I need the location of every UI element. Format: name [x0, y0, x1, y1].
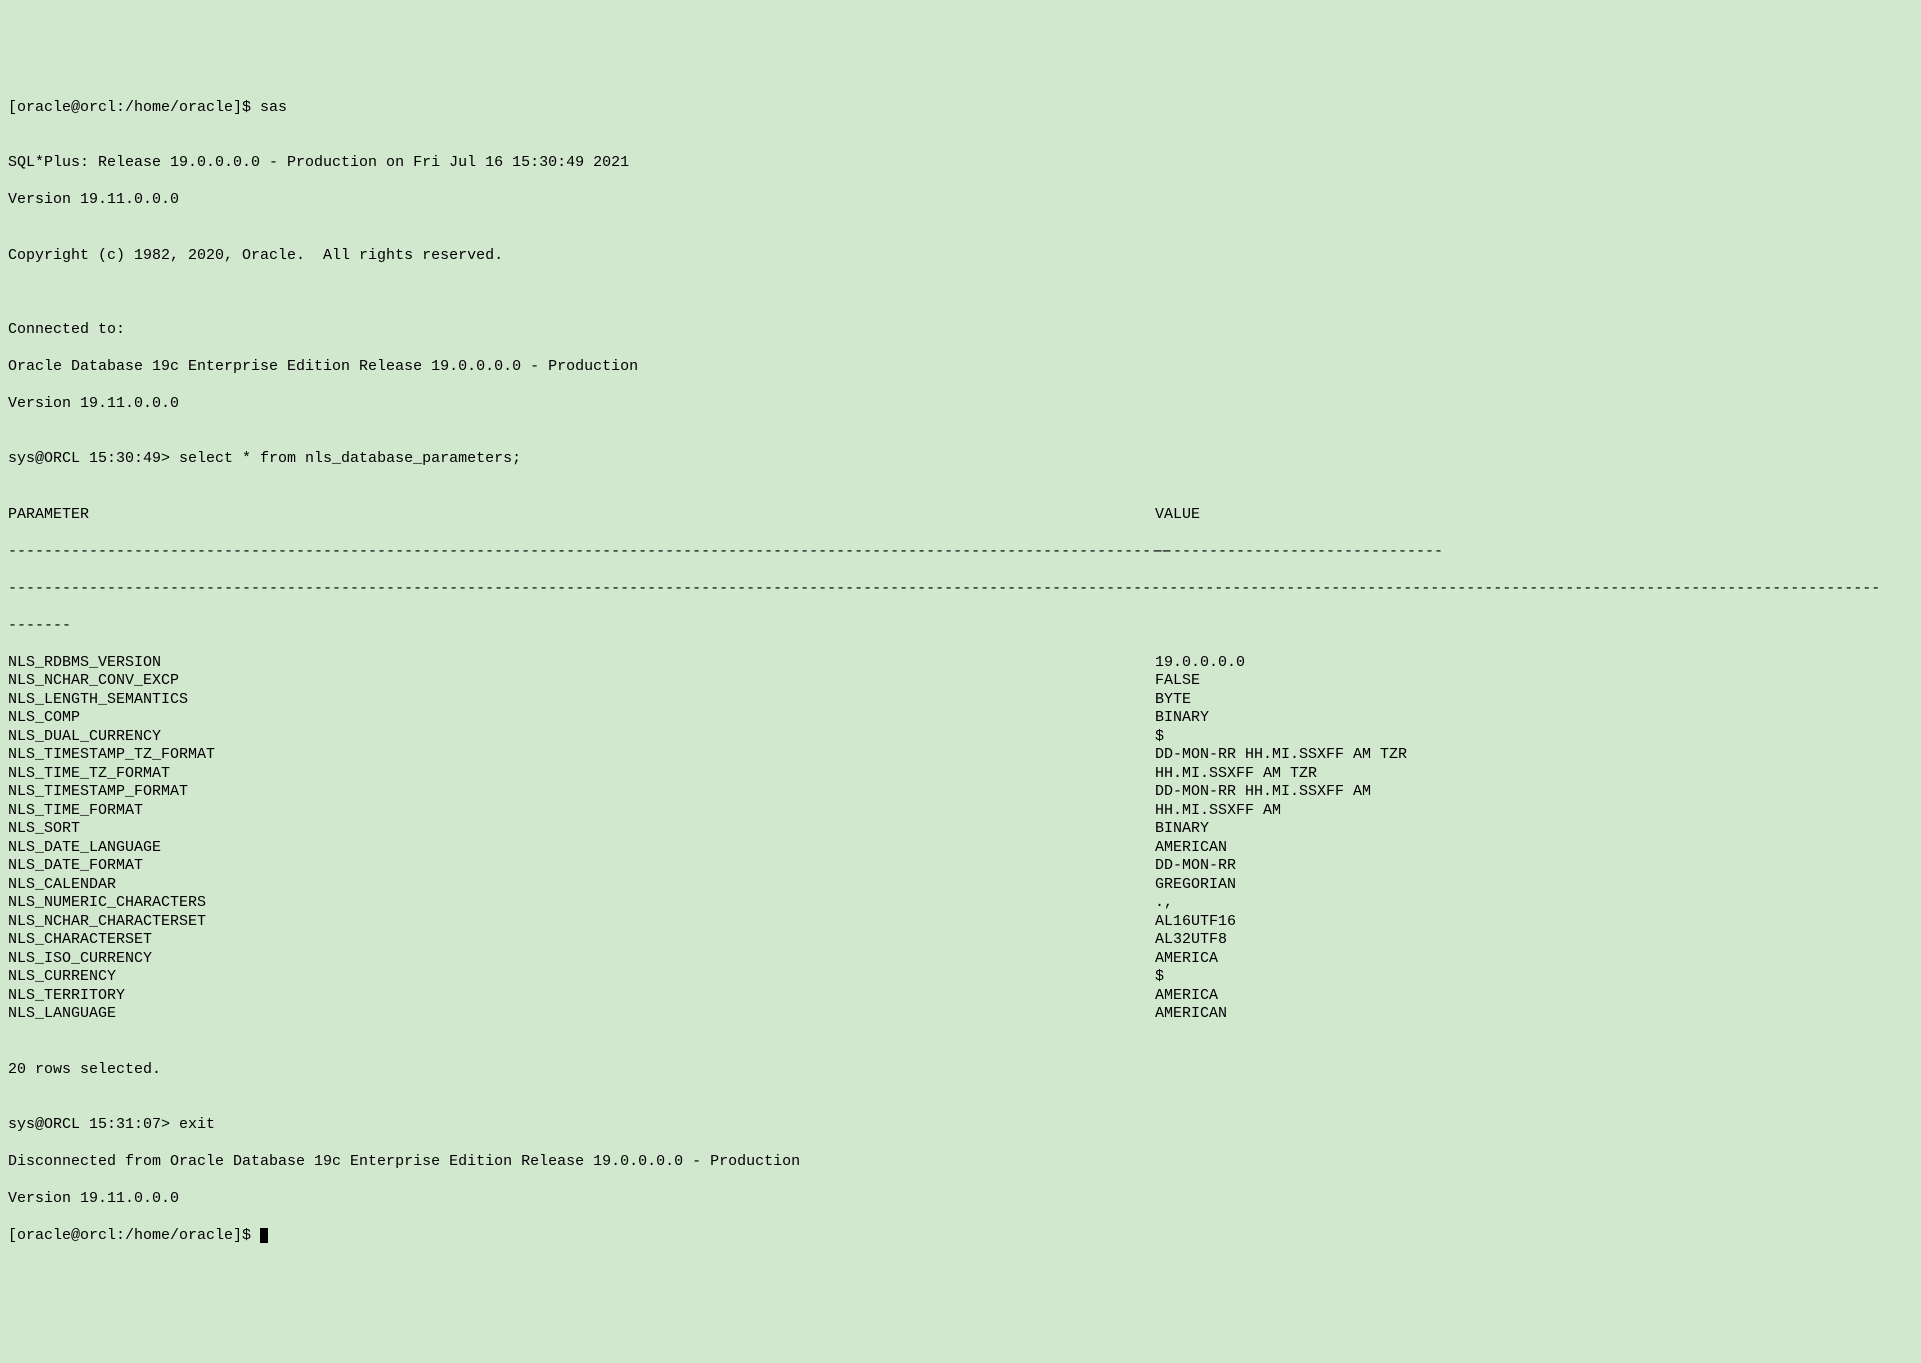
version-exit-line: Version 19.11.0.0.0 [8, 1190, 1913, 1209]
table-row: NLS_TERRITORYAMERICA [8, 987, 1913, 1006]
table-row: NLS_DATE_FORMATDD-MON-RR [8, 857, 1913, 876]
sqlplus-banner: SQL*Plus: Release 19.0.0.0.0 - Productio… [8, 154, 1913, 173]
table-separator-row: ----------------------------------------… [8, 543, 1913, 562]
table-row: NLS_TIMESTAMP_TZ_FORMATDD-MON-RR HH.MI.S… [8, 746, 1913, 765]
table-row: NLS_LENGTH_SEMANTICSBYTE [8, 691, 1913, 710]
table-row: NLS_CURRENCY$ [8, 968, 1913, 987]
value-cell: ., [1155, 894, 1173, 913]
connected-to-line: Connected to: [8, 321, 1913, 340]
parameter-cell: NLS_CURRENCY [8, 968, 1155, 987]
table-row: NLS_NUMERIC_CHARACTERS., [8, 894, 1913, 913]
table-row: NLS_RDBMS_VERSION19.0.0.0.0 [8, 654, 1913, 673]
value-cell: BYTE [1155, 691, 1191, 710]
shell-prompt-line: [oracle@orcl:/home/oracle]$ sas [8, 99, 1913, 118]
table-row: NLS_TIME_FORMATHH.MI.SSXFF AM [8, 802, 1913, 821]
parameter-cell: NLS_DUAL_CURRENCY [8, 728, 1155, 747]
db-version-line: Version 19.11.0.0.0 [8, 395, 1913, 414]
shell-prompt: [oracle@orcl:/home/oracle]$ [8, 1227, 260, 1244]
table-row: NLS_DATE_LANGUAGEAMERICAN [8, 839, 1913, 858]
sql-prompt-line: sys@ORCL 15:31:07> exit [8, 1116, 1913, 1135]
parameter-cell: NLS_NCHAR_CHARACTERSET [8, 913, 1155, 932]
value-cell: $ [1155, 968, 1164, 987]
table-row: NLS_TIME_TZ_FORMATHH.MI.SSXFF AM TZR [8, 765, 1913, 784]
parameter-cell: NLS_CHARACTERSET [8, 931, 1155, 950]
value-cell: GREGORIAN [1155, 876, 1236, 895]
separator-wrap: ----------------------------------------… [8, 580, 1913, 599]
sql-prompt: sys@ORCL 15:31:07> [8, 1116, 179, 1133]
parameter-cell: NLS_COMP [8, 709, 1155, 728]
column-header-value: VALUE [1155, 506, 1200, 525]
table-row: NLS_NCHAR_CONV_EXCPFALSE [8, 672, 1913, 691]
shell-prompt: [oracle@orcl:/home/oracle]$ [8, 99, 260, 116]
sql-prompt: sys@ORCL 15:30:49> [8, 450, 179, 467]
value-cell: HH.MI.SSXFF AM TZR [1155, 765, 1317, 784]
cursor-icon [260, 1228, 268, 1243]
table-row: NLS_CALENDARGREGORIAN [8, 876, 1913, 895]
value-cell: DD-MON-RR [1155, 857, 1236, 876]
terminal-output[interactable]: [oracle@orcl:/home/oracle]$ sas SQL*Plus… [8, 80, 1913, 1264]
value-cell: AMERICAN [1155, 839, 1227, 858]
parameter-cell: NLS_ISO_CURRENCY [8, 950, 1155, 969]
table-row: NLS_LANGUAGEAMERICAN [8, 1005, 1913, 1024]
value-cell: AMERICA [1155, 987, 1218, 1006]
separator-wrap: ------- [8, 617, 1913, 636]
parameter-cell: NLS_TIME_FORMAT [8, 802, 1155, 821]
table-row: NLS_NCHAR_CHARACTERSETAL16UTF16 [8, 913, 1913, 932]
value-cell: AMERICAN [1155, 1005, 1227, 1024]
column-header-parameter: PARAMETER [8, 506, 1155, 525]
shell-command: sas [260, 99, 287, 116]
parameter-cell: NLS_LANGUAGE [8, 1005, 1155, 1024]
shell-prompt-line: [oracle@orcl:/home/oracle]$ [8, 1227, 1913, 1246]
parameter-cell: NLS_CALENDAR [8, 876, 1155, 895]
copyright-line: Copyright (c) 1982, 2020, Oracle. All ri… [8, 247, 1913, 266]
sql-command: exit [179, 1116, 215, 1133]
parameter-cell: NLS_DATE_LANGUAGE [8, 839, 1155, 858]
sql-command: select * from nls_database_parameters; [179, 450, 521, 467]
table-body: NLS_RDBMS_VERSION19.0.0.0.0NLS_NCHAR_CON… [8, 654, 1913, 1024]
value-cell: HH.MI.SSXFF AM [1155, 802, 1281, 821]
parameter-cell: NLS_RDBMS_VERSION [8, 654, 1155, 673]
parameter-cell: NLS_DATE_FORMAT [8, 857, 1155, 876]
parameter-cell: NLS_LENGTH_SEMANTICS [8, 691, 1155, 710]
value-cell: AMERICA [1155, 950, 1218, 969]
separator-dashes: ----------------------------------------… [8, 543, 1155, 562]
value-cell: BINARY [1155, 709, 1209, 728]
parameter-cell: NLS_TIMESTAMP_TZ_FORMAT [8, 746, 1155, 765]
parameter-cell: NLS_SORT [8, 820, 1155, 839]
db-info-line: Oracle Database 19c Enterprise Edition R… [8, 358, 1913, 377]
value-cell: $ [1155, 728, 1164, 747]
table-row: NLS_CHARACTERSETAL32UTF8 [8, 931, 1913, 950]
sql-prompt-line: sys@ORCL 15:30:49> select * from nls_dat… [8, 450, 1913, 469]
table-row: NLS_SORTBINARY [8, 820, 1913, 839]
value-cell: DD-MON-RR HH.MI.SSXFF AM [1155, 783, 1371, 802]
parameter-cell: NLS_TERRITORY [8, 987, 1155, 1006]
parameter-cell: NLS_NUMERIC_CHARACTERS [8, 894, 1155, 913]
value-cell: BINARY [1155, 820, 1209, 839]
disconnected-line: Disconnected from Oracle Database 19c En… [8, 1153, 1913, 1172]
value-cell: 19.0.0.0.0 [1155, 654, 1245, 673]
table-row: NLS_COMPBINARY [8, 709, 1913, 728]
parameter-cell: NLS_NCHAR_CONV_EXCP [8, 672, 1155, 691]
separator-dashes: -------------------------------- [1155, 543, 1443, 562]
table-row: NLS_DUAL_CURRENCY$ [8, 728, 1913, 747]
value-cell: DD-MON-RR HH.MI.SSXFF AM TZR [1155, 746, 1407, 765]
value-cell: AL16UTF16 [1155, 913, 1236, 932]
parameter-cell: NLS_TIMESTAMP_FORMAT [8, 783, 1155, 802]
rows-selected-line: 20 rows selected. [8, 1061, 1913, 1080]
table-row: NLS_TIMESTAMP_FORMATDD-MON-RR HH.MI.SSXF… [8, 783, 1913, 802]
value-cell: FALSE [1155, 672, 1200, 691]
sqlplus-version: Version 19.11.0.0.0 [8, 191, 1913, 210]
table-row: NLS_ISO_CURRENCYAMERICA [8, 950, 1913, 969]
parameter-cell: NLS_TIME_TZ_FORMAT [8, 765, 1155, 784]
table-header-row: PARAMETERVALUE [8, 506, 1913, 525]
value-cell: AL32UTF8 [1155, 931, 1227, 950]
